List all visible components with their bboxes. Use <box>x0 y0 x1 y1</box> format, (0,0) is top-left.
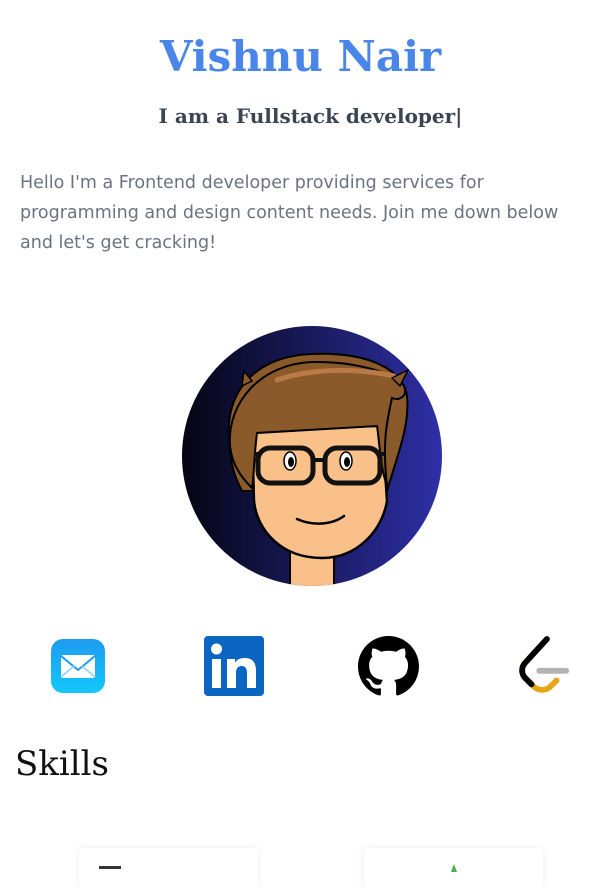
skill-icon <box>99 866 121 869</box>
skill-card <box>79 848 258 888</box>
linkedin-icon <box>204 636 264 696</box>
linkedin-link[interactable] <box>204 636 264 701</box>
intro-text: Hello I'm a Frontend developer providing… <box>20 173 559 253</box>
skill-card <box>364 848 543 888</box>
leetcode-link[interactable] <box>518 635 572 702</box>
mail-link[interactable] <box>51 639 105 698</box>
avatar <box>182 326 442 586</box>
tagline: I am a Fullstack developer| <box>158 104 463 128</box>
mail-icon <box>51 639 105 693</box>
skills-heading: Skills <box>15 744 109 784</box>
skill-icon <box>451 864 457 872</box>
page-title: Vishnu Nair <box>159 32 442 81</box>
github-icon <box>358 636 419 696</box>
social-links <box>0 634 601 700</box>
github-link[interactable] <box>358 636 419 702</box>
leetcode-icon <box>519 636 570 693</box>
